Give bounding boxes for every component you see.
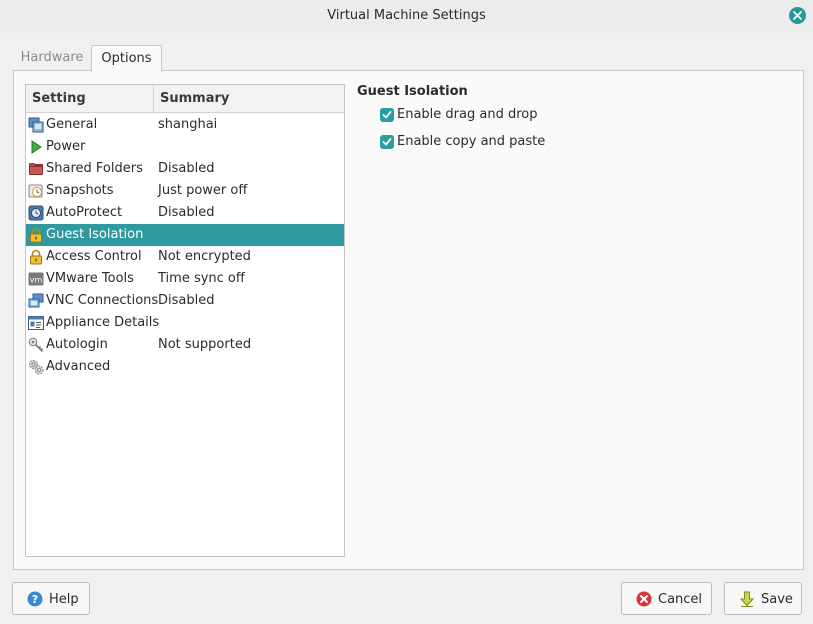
advanced-icon [29, 360, 44, 375]
appliance-details-icon [28, 316, 44, 330]
list-item-name: VMware Tools [46, 271, 134, 286]
cancel-icon [636, 591, 652, 607]
list-item-advanced[interactable]: Advanced [26, 356, 344, 378]
lock-icon [30, 227, 42, 243]
close-icon [793, 11, 802, 20]
list-item-guest-isolation[interactable]: Guest Isolation [26, 224, 344, 246]
list-item-name: Snapshots [46, 183, 114, 198]
help-label: Help [49, 592, 79, 607]
list-item-summary: shanghai [158, 117, 218, 132]
list-item-summary: Not supported [158, 337, 252, 352]
list-item-shared-folders[interactable]: Shared Folders Disabled [26, 158, 344, 180]
svg-text:?: ? [32, 593, 38, 606]
window-title: Virtual Machine Settings [327, 8, 486, 23]
column-header-setting[interactable]: Setting [32, 91, 86, 106]
checkbox-label[interactable]: Enable copy and paste [397, 134, 545, 149]
list-item-name: AutoProtect [46, 205, 123, 220]
list-item-summary: Time sync off [158, 271, 245, 286]
cancel-label: Cancel [658, 592, 703, 607]
tab-options[interactable]: Options [91, 45, 162, 72]
list-item-name: General [46, 117, 98, 132]
checkbox-checked[interactable] [380, 135, 394, 149]
list-item-autoprotect[interactable]: AutoProtect Disabled [26, 202, 344, 224]
save-button[interactable]: Save [724, 582, 802, 615]
list-item-autologin[interactable]: Autologin Not supported [26, 334, 344, 356]
autologin-icon [28, 337, 44, 353]
lock-icon [30, 249, 42, 265]
list-item-power[interactable]: Power [26, 136, 344, 158]
list-item-name: Shared Folders [46, 161, 143, 176]
checkmark-icon [382, 111, 392, 119]
list-item-summary: Disabled [158, 205, 215, 220]
list-item-summary: Not encrypted [158, 249, 251, 264]
tab-hardware[interactable]: Hardware [13, 45, 91, 70]
list-item-vmware-tools[interactable]: vm VMware Tools Time sync off [26, 268, 344, 290]
list-item-name: Access Control [46, 249, 142, 264]
close-button[interactable] [789, 7, 806, 24]
autoprotect-icon [28, 205, 44, 221]
list-item-summary: Disabled [158, 293, 215, 308]
list-item-snapshots[interactable]: Snapshots Just power off [26, 180, 344, 202]
save-icon [739, 591, 755, 607]
list-item-name: Power [46, 139, 86, 154]
list-item-summary: Just power off [158, 183, 248, 198]
svg-text:vm: vm [30, 276, 43, 285]
settings-list: Setting Summary General shanghai Power S… [25, 84, 345, 557]
power-icon [31, 140, 42, 154]
help-icon: ? [27, 591, 43, 607]
vmware-tools-icon: vm [28, 272, 44, 286]
section-title: Guest Isolation [357, 84, 468, 99]
list-item-name: Autologin [46, 337, 108, 352]
checkbox-label[interactable]: Enable drag and drop [397, 107, 537, 122]
vnc-icon [28, 293, 44, 308]
column-divider[interactable] [153, 85, 154, 112]
column-header-summary[interactable]: Summary [160, 91, 229, 106]
help-button[interactable]: ? Help [12, 582, 90, 615]
list-item-name: Advanced [46, 359, 111, 374]
checkmark-icon [382, 138, 392, 146]
list-header: Setting Summary [26, 85, 344, 113]
title-bar: Virtual Machine Settings [0, 0, 813, 33]
list-item-appliance-details[interactable]: Appliance Details [26, 312, 344, 334]
list-item-name: Appliance Details [46, 315, 160, 330]
general-icon [28, 117, 44, 133]
cancel-button[interactable]: Cancel [621, 582, 712, 615]
snapshots-icon [28, 184, 43, 198]
list-item-general[interactable]: General shanghai [26, 114, 344, 136]
list-item-vnc-connections[interactable]: VNC Connections Disabled [26, 290, 344, 312]
checkbox-checked[interactable] [380, 108, 394, 122]
list-item-access-control[interactable]: Access Control Not encrypted [26, 246, 344, 268]
list-item-name: Guest Isolation [46, 227, 144, 242]
list-item-summary: Disabled [158, 161, 215, 176]
save-label: Save [761, 592, 793, 607]
list-item-name: VNC Connections [46, 293, 159, 308]
shared-folders-icon [29, 163, 43, 175]
